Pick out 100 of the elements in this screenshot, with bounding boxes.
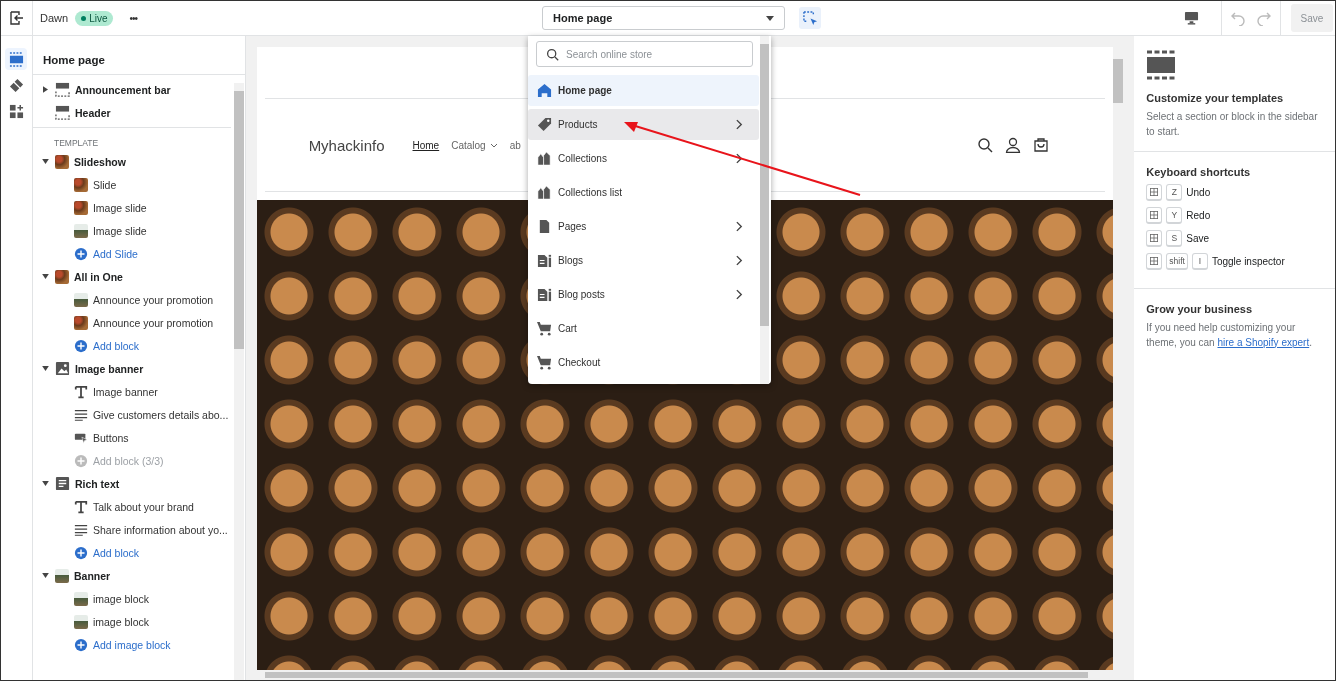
blog-icon <box>537 253 552 268</box>
cart-icon[interactable] <box>1033 137 1050 153</box>
nav-link[interactable]: ab <box>509 139 521 151</box>
block-item[interactable]: image block <box>32 587 231 610</box>
thumbnail <box>73 177 88 192</box>
block-item[interactable]: Slide <box>32 173 231 196</box>
block-item[interactable]: Announce your promotion <box>32 288 231 311</box>
menu-item[interactable]: Checkout <box>528 347 759 378</box>
search-icon[interactable] <box>977 137 994 153</box>
section-item[interactable]: Slideshow <box>32 150 231 173</box>
thumbnail <box>73 614 88 629</box>
block-item[interactable]: Image banner <box>32 380 231 403</box>
expand-caret-icon[interactable] <box>41 159 49 164</box>
expand-caret-icon[interactable] <box>41 481 49 486</box>
text-block-icon <box>54 476 70 491</box>
section-item[interactable]: Rich text <box>32 472 231 495</box>
section-item[interactable]: Banner <box>32 564 231 587</box>
home-icon <box>537 83 552 98</box>
block-item[interactable]: Buttons <box>32 426 231 449</box>
sections-tab[interactable] <box>5 48 28 70</box>
nav-link[interactable]: Home <box>412 139 440 151</box>
key: Y <box>1166 207 1183 224</box>
scrollbar[interactable] <box>233 83 244 680</box>
scrollbar[interactable] <box>760 36 769 384</box>
nav-link[interactable]: Catalog <box>451 139 498 151</box>
thumbnail <box>54 154 69 169</box>
expand-caret-icon[interactable] <box>42 86 48 93</box>
account-icon[interactable] <box>1005 137 1022 153</box>
add-block-link[interactable]: Add image block <box>32 633 231 656</box>
expand-caret-icon[interactable] <box>41 274 49 279</box>
key: S <box>1166 230 1183 247</box>
section-icon <box>1146 50 1177 80</box>
search-field[interactable]: Search online store <box>536 41 753 67</box>
shortcut-action: Undo <box>1186 187 1211 198</box>
section-item[interactable]: Image banner <box>32 357 231 380</box>
apps-icon <box>8 103 24 119</box>
block-item[interactable]: Image slide <box>32 196 231 219</box>
shortcuts-title: Keyboard shortcuts <box>1146 166 1252 178</box>
paragraph-icon <box>73 407 88 422</box>
block-item[interactable]: Image slide <box>32 219 231 242</box>
menu-item[interactable]: Collections <box>528 143 759 174</box>
plus-icon <box>73 246 88 261</box>
sidebar-title: Home page <box>32 45 245 75</box>
key: I <box>1191 253 1208 270</box>
block-item[interactable]: Talk about your brand <box>32 495 231 518</box>
exit-icon[interactable] <box>9 11 24 25</box>
plus-icon <box>73 545 88 560</box>
status-badge: Live <box>75 10 114 26</box>
page-select[interactable]: Home page <box>542 6 785 30</box>
sections-icon <box>8 51 24 67</box>
thumbnail <box>73 315 88 330</box>
desktop-icon[interactable] <box>1184 11 1199 25</box>
store-name[interactable]: Myhackinfo <box>308 136 385 154</box>
command-icon <box>1150 211 1159 219</box>
shortcut-action: Redo <box>1186 210 1211 221</box>
section-layout-icon <box>54 82 70 97</box>
menu-item[interactable]: Home page <box>528 75 759 106</box>
blog-icon <box>537 287 552 302</box>
menu-item[interactable]: Cart <box>528 313 759 344</box>
add-block-link[interactable]: Add Slide <box>32 242 231 265</box>
menu-item[interactable]: Blog posts <box>528 279 759 310</box>
panel-description: Select a section or block in the sidebar to start. <box>1146 110 1319 139</box>
block-item[interactable]: Share information about yo... <box>32 518 231 541</box>
section-layout-icon <box>54 105 70 120</box>
block-item[interactable]: Announce your promotion <box>32 311 231 334</box>
thumbnail <box>73 591 88 606</box>
add-block-link[interactable]: Add block <box>32 541 231 564</box>
menu-item[interactable]: Products <box>528 109 759 140</box>
block-item[interactable]: image block <box>32 610 231 633</box>
thumbnail <box>73 223 88 238</box>
tags-icon <box>537 185 552 200</box>
block-item[interactable]: Give customers details abo... <box>32 403 231 426</box>
plus-icon <box>73 453 88 468</box>
menu-item[interactable]: Pages <box>528 211 759 242</box>
paragraph-icon <box>73 522 88 537</box>
key: shift <box>1166 253 1188 270</box>
key: Z <box>1166 184 1183 201</box>
brush-icon <box>8 77 24 93</box>
menu-item[interactable]: Collections list <box>528 177 759 208</box>
add-block-link[interactable]: Add block <box>32 334 231 357</box>
cart-icon <box>537 355 552 370</box>
inspector-button[interactable] <box>799 7 821 29</box>
section-item[interactable]: Header <box>32 101 231 124</box>
grow-text: If you need help customizing your theme, you can hire a Shopify expert. <box>1146 321 1313 350</box>
heading-icon <box>73 499 88 514</box>
command-icon <box>1150 234 1159 242</box>
select-cursor-icon <box>802 10 818 26</box>
expand-caret-icon[interactable] <box>41 573 49 578</box>
menu-item[interactable]: Blogs <box>528 245 759 276</box>
panel-title: Customize your templates <box>1146 92 1285 104</box>
shortcut-action: Toggle inspector <box>1211 256 1285 267</box>
template-label: TEMPLATE <box>52 137 100 150</box>
expand-caret-icon[interactable] <box>41 366 49 371</box>
section-item[interactable]: Announcement bar <box>32 78 231 101</box>
thumbnail <box>54 269 69 284</box>
section-item[interactable]: All in One <box>32 265 231 288</box>
more-button[interactable]: ••• <box>127 12 139 24</box>
theme-name: Dawn <box>40 12 69 24</box>
thumbnail <box>54 568 69 583</box>
tags-icon <box>537 151 552 166</box>
